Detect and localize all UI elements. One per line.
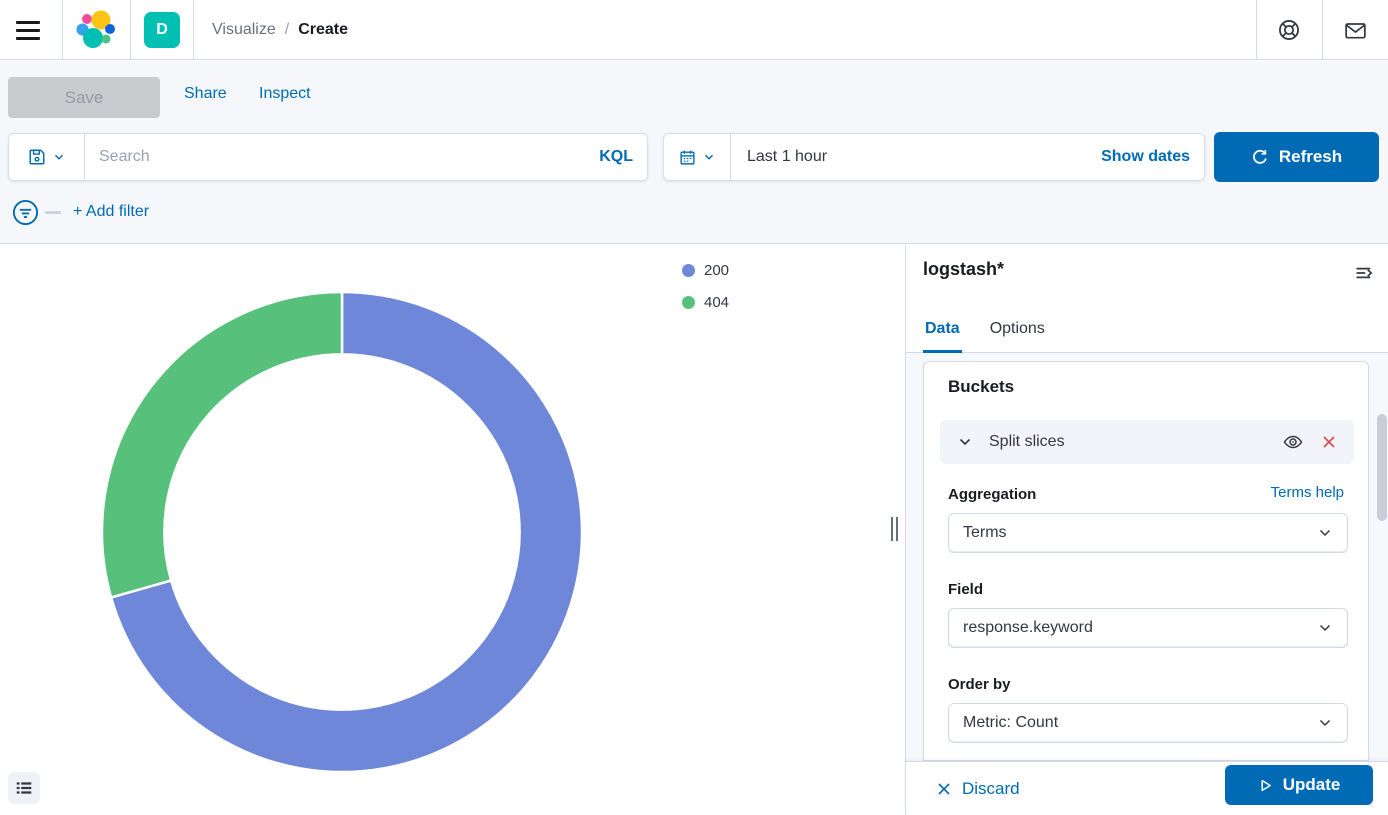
legend-toggle-button[interactable] [8, 772, 40, 804]
legend-dot-icon [682, 296, 695, 309]
chevron-down-icon [1317, 715, 1333, 731]
tab-data[interactable]: Data [923, 312, 962, 353]
save-button[interactable]: Save [8, 77, 160, 118]
tab-options[interactable]: Options [988, 312, 1047, 353]
donut-chart[interactable] [0, 245, 905, 815]
query-bar: KQL [8, 133, 648, 181]
chevron-down-icon [957, 434, 973, 450]
panel-resize-handle[interactable] [888, 513, 900, 545]
legend-item-200[interactable]: 200 [682, 262, 729, 279]
editor-panel-header: logstash* Data Options [906, 245, 1388, 353]
save-query-icon [28, 148, 46, 166]
field-select[interactable]: response.keyword [948, 608, 1348, 648]
chart-legend: 200 404 [682, 262, 729, 311]
panel-scrollbar-thumb[interactable] [1377, 414, 1387, 521]
share-button[interactable]: Share [184, 85, 227, 103]
index-pattern-title: logstash* [923, 259, 1004, 280]
inspect-button[interactable]: Inspect [259, 85, 311, 103]
collapse-panel-icon[interactable] [1350, 259, 1378, 287]
buckets-heading: Buckets [948, 377, 1014, 397]
filter-dash [45, 211, 61, 214]
chevron-down-icon [1317, 620, 1333, 636]
divider [1322, 0, 1323, 59]
close-icon [936, 781, 952, 797]
chevron-down-icon [1317, 525, 1333, 541]
donut-slice-404[interactable] [102, 292, 342, 598]
filter-icon[interactable] [12, 199, 39, 226]
add-filter-button[interactable]: + Add filter [73, 203, 149, 221]
order-by-label: Order by [948, 676, 1011, 693]
aggregation-label: Aggregation [948, 486, 1036, 503]
refresh-button[interactable]: Refresh [1214, 132, 1379, 182]
field-label: Field [948, 581, 983, 598]
space-badge[interactable]: D [144, 12, 180, 48]
breadcrumb: Visualize / Create [212, 0, 348, 60]
update-button[interactable]: Update [1225, 765, 1373, 805]
terms-help-link[interactable]: Terms help [1271, 484, 1344, 501]
top-navigation-bar: D Visualize / Create [0, 0, 1388, 60]
chevron-down-icon [52, 150, 66, 164]
help-icon[interactable] [1275, 16, 1303, 44]
list-icon [15, 779, 33, 797]
main-content: 200 404 logstash* [0, 245, 1388, 815]
divider [1256, 0, 1257, 59]
legend-dot-icon [682, 264, 695, 277]
refresh-icon [1251, 148, 1269, 166]
chart-panel: 200 404 [0, 245, 905, 815]
visualization-editor-panel: logstash* Data Options Buckets [905, 245, 1388, 815]
eye-icon[interactable] [1282, 431, 1304, 453]
discard-button[interactable]: Discard [936, 773, 1020, 805]
show-dates-button[interactable]: Show dates [1087, 148, 1204, 166]
mail-icon[interactable] [1341, 16, 1369, 44]
breadcrumb-visualize[interactable]: Visualize [212, 21, 276, 39]
time-range-value[interactable]: Last 1 hour [731, 148, 1087, 166]
remove-bucket-icon[interactable] [1318, 431, 1340, 453]
calendar-icon [679, 149, 696, 166]
legend-label: 200 [704, 262, 729, 279]
saved-query-menu-button[interactable] [9, 134, 85, 180]
split-slices-label: Split slices [989, 433, 1065, 451]
chevron-down-icon [702, 150, 716, 164]
aggregation-select[interactable]: Terms [948, 513, 1348, 553]
order-by-select[interactable]: Metric: Count [948, 703, 1348, 743]
breadcrumb-create: Create [298, 21, 348, 39]
toolbar: Save Share Inspect KQL [0, 61, 1388, 244]
filter-bar: + Add filter [12, 197, 149, 227]
query-language-button[interactable]: KQL [585, 148, 647, 166]
legend-label: 404 [704, 294, 729, 311]
kibana-visualize-app: D Visualize / Create Save Share Inspect [0, 0, 1388, 815]
play-icon [1258, 778, 1273, 793]
search-input[interactable] [85, 148, 585, 166]
divider [130, 0, 131, 59]
buckets-card: Buckets Split slices [923, 361, 1369, 761]
legend-item-404[interactable]: 404 [682, 294, 729, 311]
editor-tabs: Data Options [923, 312, 1047, 353]
split-slices-accordion[interactable]: Split slices [940, 420, 1354, 464]
elastic-logo[interactable] [74, 8, 118, 52]
divider [62, 0, 63, 59]
breadcrumb-separator: / [285, 21, 289, 39]
editor-footer: Discard Update [906, 761, 1388, 815]
menu-hamburger-icon[interactable] [14, 14, 48, 46]
divider [193, 0, 194, 59]
date-quick-select-button[interactable] [664, 134, 731, 180]
time-picker: Last 1 hour Show dates [663, 133, 1205, 181]
